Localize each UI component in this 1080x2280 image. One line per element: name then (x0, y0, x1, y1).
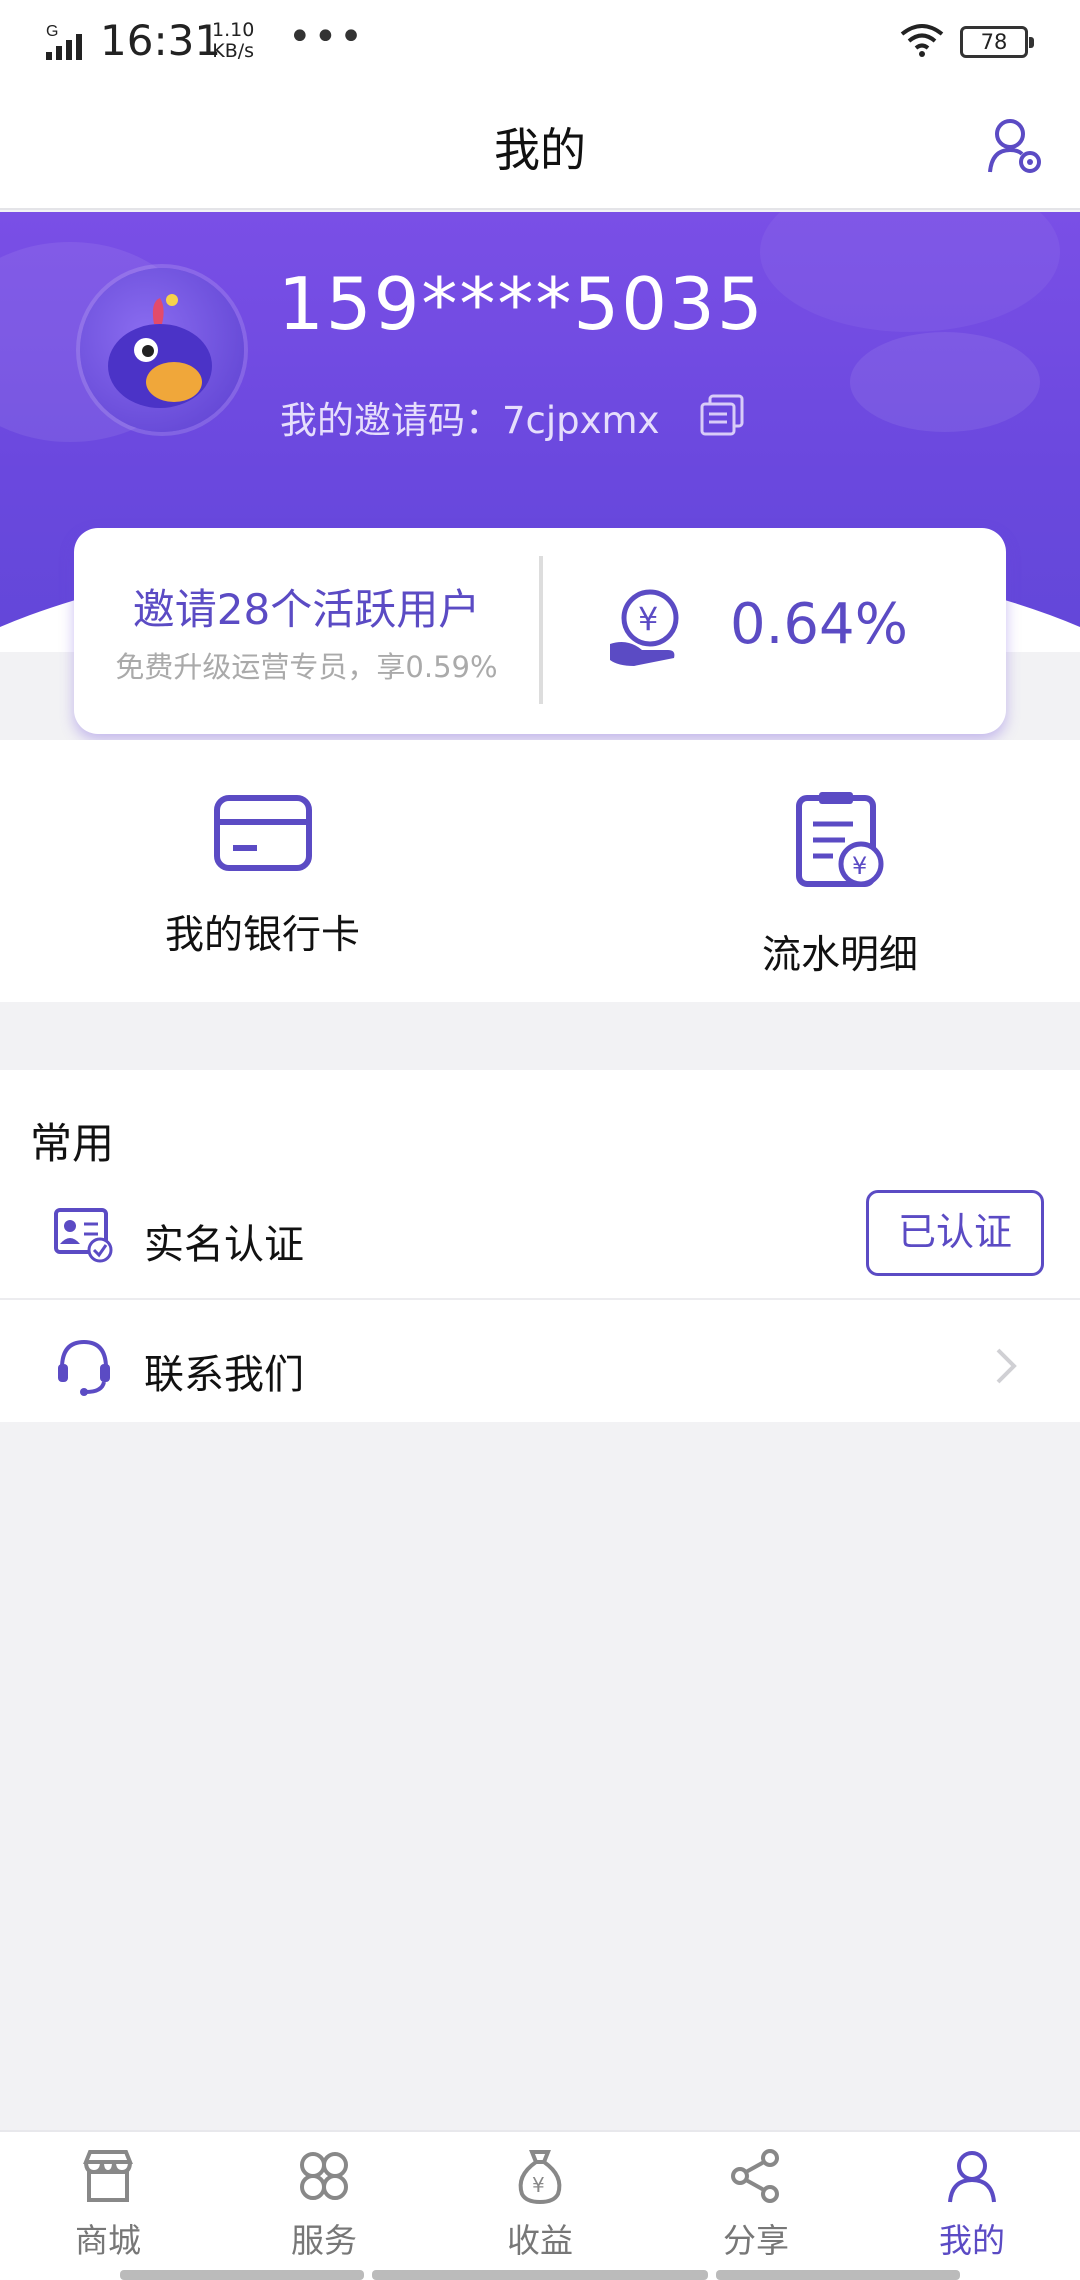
share-icon (731, 2149, 779, 2203)
bottom-tab-bar: 商城 服务 ¥ 收益 分享 我的 (0, 2130, 1080, 2280)
quick-actions: 我的银行卡 ¥ 流水明细 (0, 740, 1080, 1002)
copy-icon[interactable] (700, 394, 746, 436)
common-section: 常用 实名认证 已认证 联系我们 (0, 1070, 1080, 1422)
money-bag-icon: ¥ (518, 2150, 562, 2205)
gesture-bar-segment (372, 2270, 708, 2280)
section-title: 常用 (30, 1119, 115, 1168)
speed-value: 1.10 (212, 19, 255, 41)
svg-text:¥: ¥ (532, 2173, 545, 2197)
headset-icon (58, 1339, 110, 1396)
tab-store-label: 商城 (75, 2221, 141, 2260)
statement-icon: ¥ (796, 792, 884, 887)
verified-status-button[interactable]: 已认证 (866, 1190, 1044, 1276)
bank-card-button[interactable]: 我的银行卡 (100, 740, 425, 960)
network-speed: 1.10 KB/s (212, 20, 254, 62)
signal-icon: G (46, 23, 82, 60)
real-name-label: 实名认证 (144, 1222, 304, 1268)
card-divider (539, 556, 543, 704)
invite-goal-text: 邀请28个活跃用户 (132, 585, 481, 634)
grid-icon (300, 2152, 348, 2200)
bank-card-icon (213, 795, 312, 871)
list-item-real-name[interactable]: 实名认证 已认证 (0, 1172, 1080, 1300)
user-icon (948, 2151, 996, 2203)
chevron-right-icon (996, 1348, 1017, 1384)
invite-goal-subtext: 免费升级运营专员，享0.59% (115, 650, 498, 684)
tab-earnings-label: 收益 (507, 2221, 573, 2260)
gesture-bar-segment (716, 2270, 960, 2280)
tab-share-label: 分享 (723, 2221, 789, 2260)
invite-label: 我的邀请码： (280, 399, 502, 442)
tab-mine-label: 我的 (939, 2221, 1005, 2260)
invite-stat-card[interactable]: 邀请28个活跃用户 免费升级运营专员，享0.59% ¥ 0.64% (74, 528, 1006, 734)
whale-mascot-icon (108, 294, 212, 408)
svg-text:¥: ¥ (638, 600, 658, 638)
gesture-bar-segment (120, 2270, 364, 2280)
svg-text:G: G (46, 23, 58, 40)
battery-indicator: 78 (960, 26, 1034, 58)
user-settings-icon[interactable] (986, 116, 1046, 178)
page-header: 我的 (0, 84, 1080, 210)
store-icon (83, 2150, 133, 2202)
bank-card-label: 我的银行卡 (164, 913, 360, 958)
invite-code-line: 我的邀请码：7cjpxmx (280, 390, 660, 444)
status-bar: G 16:31 1.10 KB/s ••• 78 (0, 0, 1080, 84)
tab-share[interactable]: 分享 (648, 2148, 864, 2262)
tab-earnings[interactable]: ¥ 收益 (432, 2148, 648, 2262)
tab-store[interactable]: 商城 (0, 2148, 216, 2262)
avatar[interactable] (80, 268, 244, 432)
statement-label: 流水明细 (761, 933, 918, 978)
tab-service[interactable]: 服务 (216, 2148, 432, 2262)
svg-text:¥: ¥ (852, 852, 867, 880)
contact-label: 联系我们 (144, 1352, 304, 1398)
commission-rate: 0.64% (730, 592, 908, 657)
speed-unit: KB/s (212, 40, 255, 62)
wifi-icon (900, 24, 944, 57)
invite-code: 7cjpxmx (502, 399, 660, 442)
tab-service-label: 服务 (291, 2221, 357, 2260)
yuan-hand-icon: ¥ (610, 589, 679, 666)
id-card-icon (54, 1208, 113, 1263)
user-phone: 159****5035 (278, 262, 765, 346)
more-dots-icon: ••• (288, 14, 365, 60)
tab-mine[interactable]: 我的 (864, 2148, 1080, 2262)
list-item-contact[interactable]: 联系我们 (0, 1302, 1080, 1430)
statement-button[interactable]: ¥ 流水明细 (700, 740, 980, 980)
page-title: 我的 (494, 123, 586, 177)
clock: 16:31 (100, 16, 222, 65)
